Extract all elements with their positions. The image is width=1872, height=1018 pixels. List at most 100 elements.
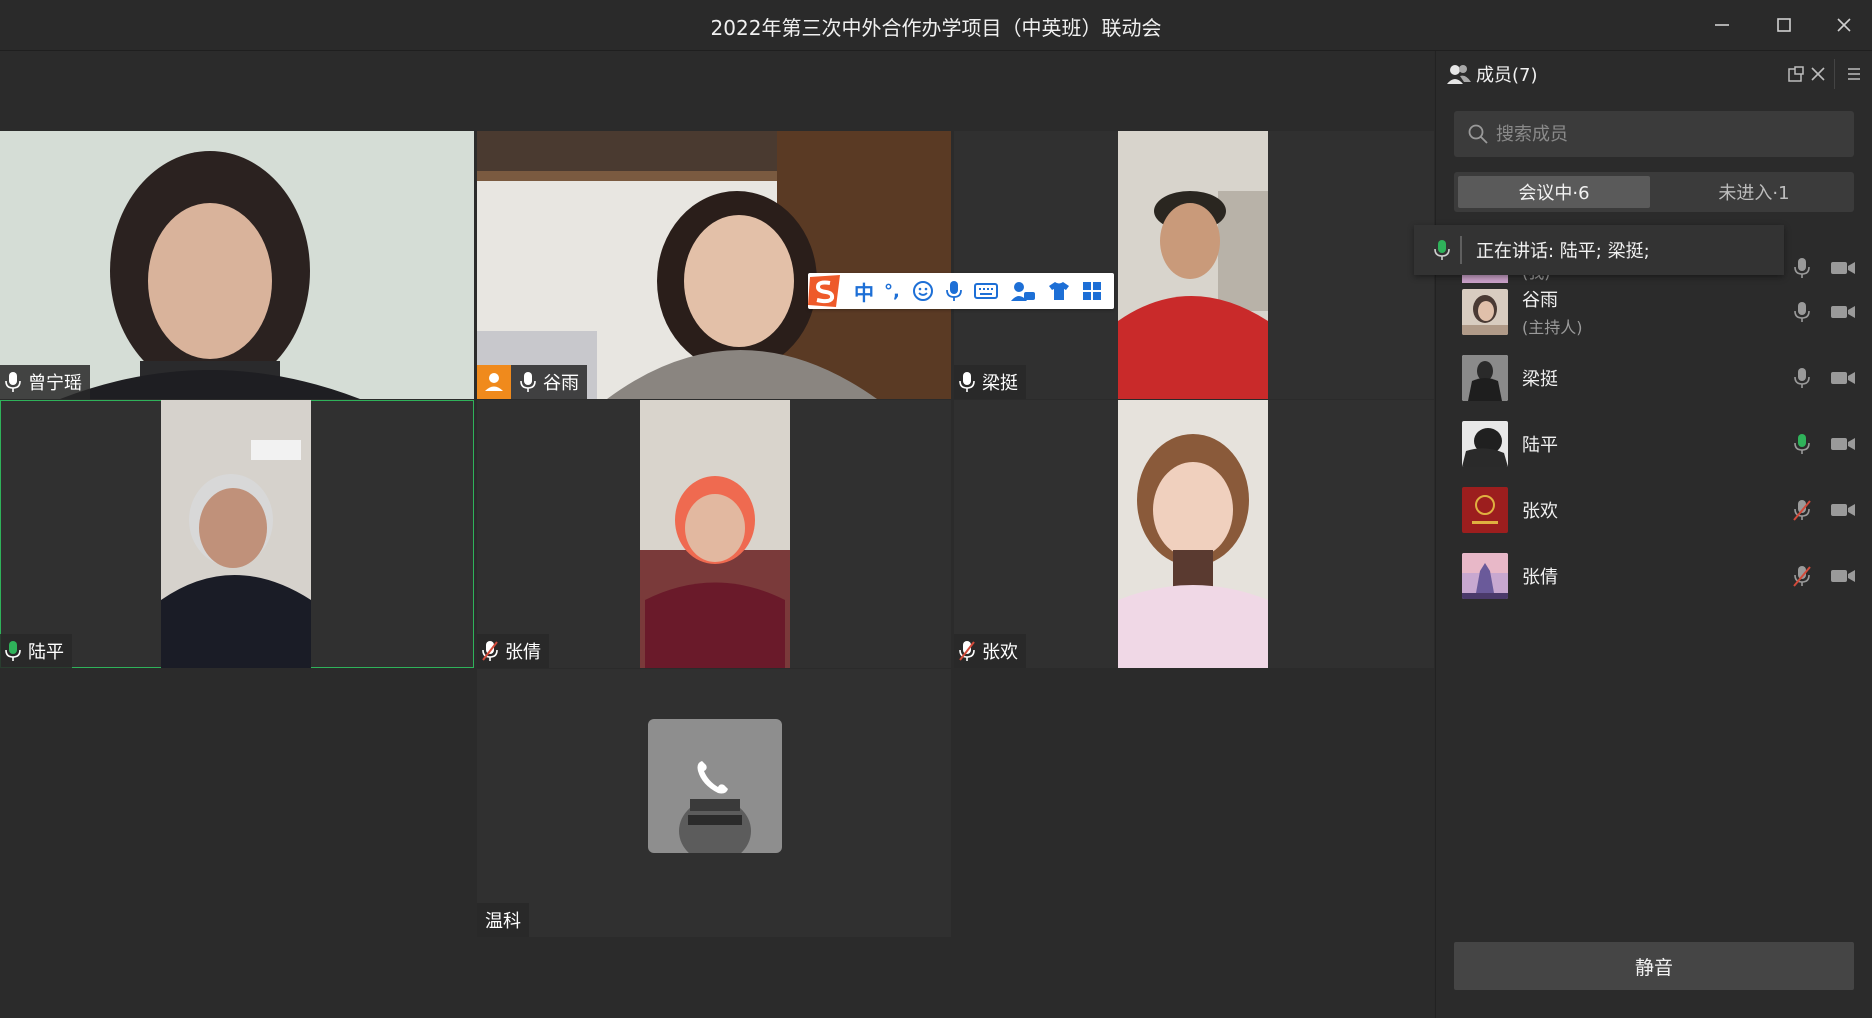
header-divider xyxy=(1834,59,1835,89)
member-name: 梁挺 xyxy=(1522,369,1558,390)
participant-video xyxy=(1118,131,1268,399)
participant-name: 温科 xyxy=(485,911,521,932)
window-title: 2022年第三次中外合作办学项目（中英班）联动会 xyxy=(710,16,1162,40)
member-row[interactable]: 谷雨 (主持人) xyxy=(1436,279,1872,345)
avatar xyxy=(1462,289,1508,335)
ime-toolbar[interactable]: 中 °, xyxy=(808,273,1114,309)
search-icon xyxy=(1468,124,1488,144)
avatar xyxy=(1462,487,1508,533)
participant-video xyxy=(0,131,474,399)
microphone-muted-icon[interactable] xyxy=(1792,565,1812,587)
panel-title: 成员(7) xyxy=(1476,65,1538,86)
member-row[interactable]: 陆平 xyxy=(1436,411,1872,477)
member-name: 陆平 xyxy=(1522,435,1558,456)
mute-all-button[interactable]: 静音 xyxy=(1454,942,1854,990)
microphone-speaking-icon xyxy=(5,641,21,661)
member-names: 张倩 xyxy=(1522,563,1558,589)
microphone-muted-icon[interactable] xyxy=(1792,499,1812,521)
participant-namebar: 陆平 xyxy=(0,634,72,668)
host-badge xyxy=(477,365,511,399)
avatar xyxy=(1462,355,1508,401)
participant-namebar: 张欢 xyxy=(954,634,1026,668)
minimize-button[interactable] xyxy=(1702,8,1742,42)
camera-icon[interactable] xyxy=(1830,567,1856,585)
camera-icon[interactable] xyxy=(1830,369,1856,387)
avatar xyxy=(1462,553,1508,599)
voice-input-icon[interactable] xyxy=(945,280,962,302)
host-icon xyxy=(485,373,503,391)
skin-shirt-icon[interactable] xyxy=(1048,281,1070,301)
member-role: (主持人) xyxy=(1522,318,1583,337)
member-names: 张欢 xyxy=(1522,497,1558,523)
camera-icon[interactable] xyxy=(1830,259,1856,277)
member-names: 谷雨 (主持人) xyxy=(1522,286,1583,338)
member-panel: 成员(7) 会议中·6 未进入·1 正在讲话 xyxy=(1414,51,1872,1018)
participant-name: 张倩 xyxy=(505,642,541,663)
member-names: 梁挺 xyxy=(1522,365,1558,391)
close-button[interactable] xyxy=(1824,8,1864,42)
sogou-logo-icon xyxy=(808,275,840,307)
camera-icon[interactable] xyxy=(1830,303,1856,321)
minimize-icon xyxy=(1715,24,1729,26)
video-tile-guyu[interactable]: 谷雨 xyxy=(477,131,951,399)
participant-namebar: 张倩 xyxy=(477,634,549,668)
maximize-button[interactable] xyxy=(1764,8,1804,42)
keyboard-icon[interactable] xyxy=(973,282,998,300)
phone-avatar xyxy=(648,719,782,853)
microphone-muted-icon xyxy=(959,641,975,661)
member-search[interactable] xyxy=(1454,111,1854,157)
video-tile-liangting[interactable]: 梁挺 xyxy=(954,131,1434,399)
microphone-icon[interactable] xyxy=(1792,257,1812,279)
participant-namebar: 谷雨 xyxy=(477,365,587,399)
video-tile-wenke[interactable]: 温科 xyxy=(477,669,951,937)
panel-header: 成员(7) xyxy=(1436,51,1872,97)
participant-video xyxy=(477,131,951,399)
ime-punctuation-toggle[interactable]: °, xyxy=(884,281,900,302)
title-bar: 2022年第三次中外合作办学项目（中英班）联动会 xyxy=(0,0,1872,51)
member-names: 陆平 xyxy=(1522,431,1558,457)
maximize-icon xyxy=(1777,18,1791,32)
participant-namebar: 梁挺 xyxy=(954,365,1026,399)
member-list: 谷雨 (主持人) 梁挺 陆平 张欢 张倩 xyxy=(1436,279,1872,609)
user-center-icon[interactable] xyxy=(1010,280,1036,302)
members-icon xyxy=(1447,65,1471,84)
toolbox-grid-icon[interactable] xyxy=(1082,281,1102,301)
microphone-icon xyxy=(959,372,975,392)
video-grid: 曾宁瑶 谷雨 中 °, 梁挺 陆平 张倩 张欢 温科 xyxy=(0,51,1434,1018)
speaking-indicator: 正在讲话: 陆平; 梁挺; xyxy=(1414,225,1784,275)
microphone-icon[interactable] xyxy=(1792,367,1812,389)
search-input[interactable] xyxy=(1494,122,1838,146)
participant-namebar: 温科 xyxy=(477,903,529,937)
video-tile-zhangqian[interactable]: 张倩 xyxy=(477,400,951,668)
member-tabs: 会议中·6 未进入·1 xyxy=(1454,172,1854,212)
popout-icon[interactable] xyxy=(1788,66,1804,82)
video-tile-zengningyao[interactable]: 曾宁瑶 xyxy=(0,131,474,399)
emoji-icon[interactable] xyxy=(912,280,934,302)
member-row[interactable]: 梁挺 xyxy=(1436,345,1872,411)
close-icon xyxy=(1837,18,1851,32)
microphone-speaking-icon[interactable] xyxy=(1792,433,1812,455)
microphone-muted-icon xyxy=(482,641,498,661)
tab-in-meeting[interactable]: 会议中·6 xyxy=(1458,176,1650,208)
microphone-icon xyxy=(5,372,21,392)
close-panel-icon[interactable] xyxy=(1810,66,1826,82)
participant-video xyxy=(640,400,790,668)
microphone-icon xyxy=(520,372,536,392)
member-row[interactable]: 张欢 xyxy=(1436,477,1872,543)
member-name: 张欢 xyxy=(1522,501,1558,522)
member-name: 张倩 xyxy=(1522,567,1558,588)
participant-name: 谷雨 xyxy=(543,373,579,394)
video-tile-zhanghuan[interactable]: 张欢 xyxy=(954,400,1434,668)
member-name: 谷雨 xyxy=(1522,290,1558,311)
speaking-mic-icon xyxy=(1434,240,1450,260)
ime-mode-toggle[interactable]: 中 xyxy=(854,277,874,306)
camera-icon[interactable] xyxy=(1830,435,1856,453)
video-tile-luping[interactable]: 陆平 xyxy=(0,400,474,668)
tab-not-joined[interactable]: 未进入·1 xyxy=(1658,176,1850,208)
member-row[interactable]: 张倩 xyxy=(1436,543,1872,609)
participant-name: 梁挺 xyxy=(982,373,1018,394)
menu-icon[interactable] xyxy=(1846,66,1862,82)
microphone-icon[interactable] xyxy=(1792,301,1812,323)
camera-icon[interactable] xyxy=(1830,501,1856,519)
participant-name: 陆平 xyxy=(28,642,64,663)
